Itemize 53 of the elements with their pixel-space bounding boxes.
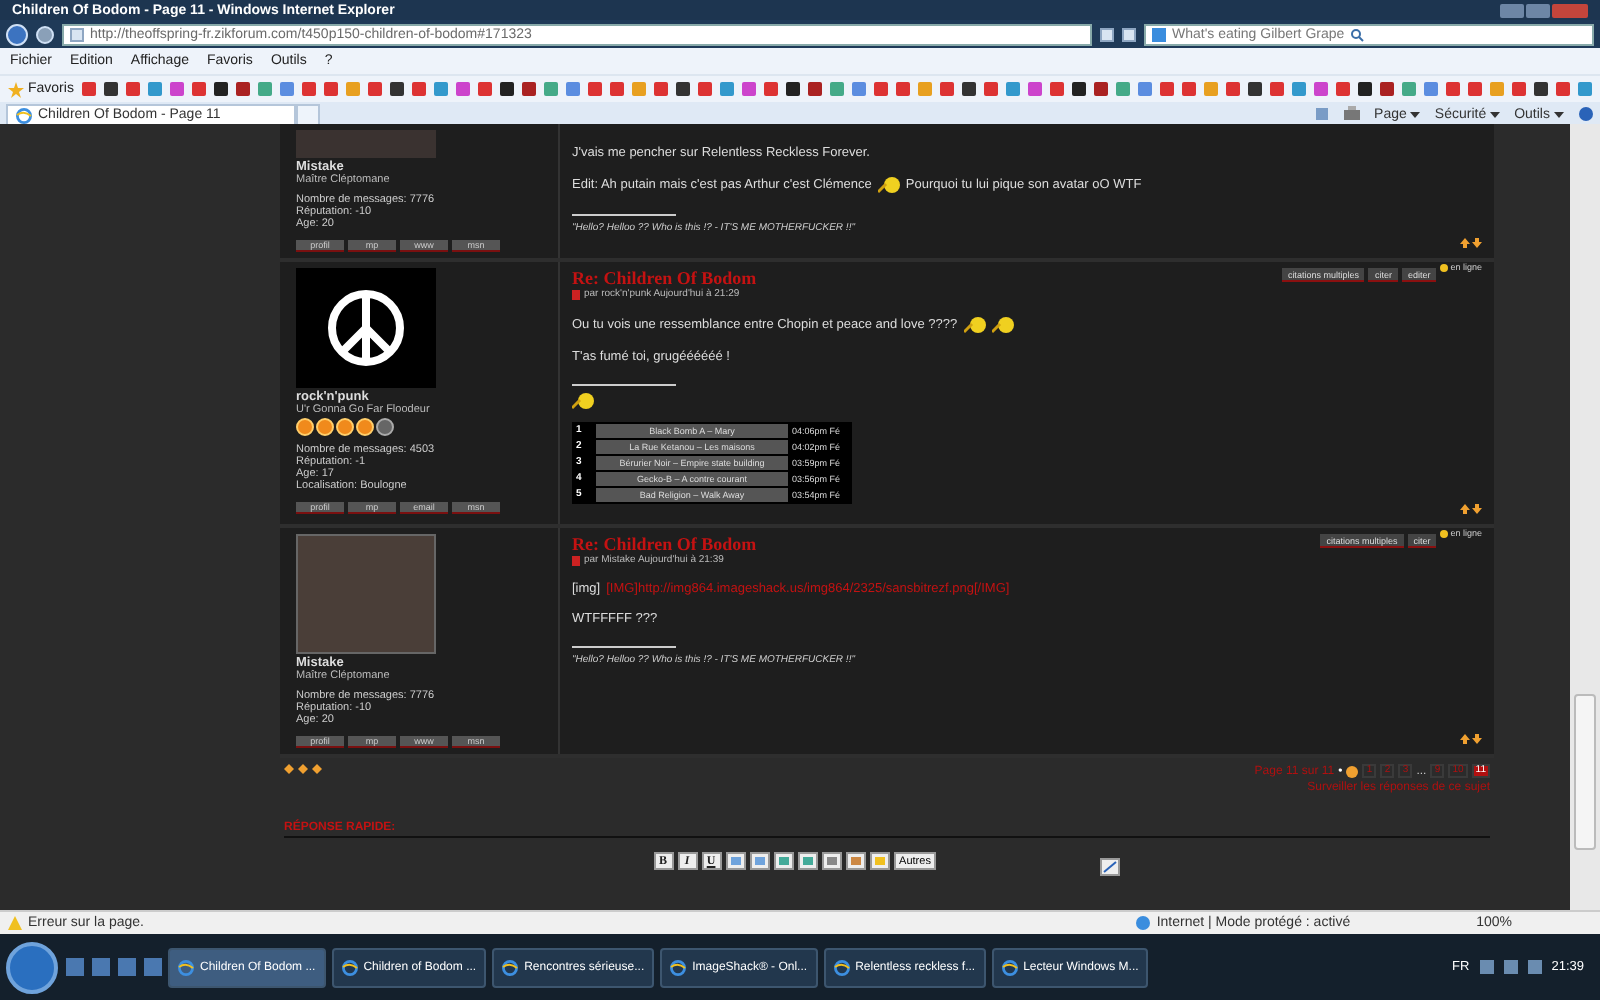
down-arrow-icon[interactable]	[1472, 238, 1482, 248]
stop-button[interactable]	[1122, 27, 1136, 41]
down-arrow-icon[interactable]	[1472, 734, 1482, 744]
search-provider-icon	[1152, 27, 1166, 41]
browser-icon	[502, 959, 519, 975]
caret-icon	[1554, 111, 1564, 117]
browser-icon	[341, 959, 358, 975]
browser-icon	[670, 959, 687, 975]
toolbar-icon[interactable]	[845, 852, 866, 870]
smiley-icon	[991, 316, 1014, 334]
globe-icon	[1136, 916, 1151, 930]
post-icon	[572, 289, 580, 299]
toolbar-icon[interactable]	[725, 852, 746, 870]
browser-icon	[1001, 959, 1018, 975]
search-icon[interactable]	[1350, 27, 1365, 41]
back-button[interactable]	[6, 23, 28, 45]
browser-icon	[833, 959, 850, 975]
up-arrow-icon[interactable]	[1460, 238, 1470, 248]
caret-icon	[1410, 111, 1421, 117]
post-title: Re: Children Of Bodom	[572, 268, 757, 288]
print-icon[interactable]	[1344, 106, 1361, 122]
toolbar-icon[interactable]	[749, 852, 770, 870]
start-button[interactable]	[6, 941, 58, 993]
photo-placeholder	[296, 130, 436, 158]
toolbar-icon[interactable]	[773, 852, 794, 870]
home-icon[interactable]	[1314, 106, 1331, 122]
smiley-icon	[963, 316, 986, 334]
close-button[interactable]	[1552, 3, 1588, 17]
browser-icon	[178, 959, 194, 975]
star-icon	[8, 81, 24, 97]
help-icon[interactable]	[1578, 106, 1594, 122]
page-icon	[70, 27, 84, 41]
smiley-icon	[572, 392, 594, 410]
smiley-icon	[877, 176, 900, 194]
up-arrow-icon[interactable]	[1460, 504, 1470, 514]
peace-sign-drawing	[326, 288, 406, 368]
forward-button[interactable]	[36, 25, 54, 43]
font-tool-icon[interactable]	[1100, 858, 1121, 876]
toolbar-icon[interactable]	[821, 852, 842, 870]
photo-placeholder	[296, 534, 436, 654]
refresh-button[interactable]	[1100, 27, 1114, 41]
up-arrow-icon[interactable]	[1460, 734, 1470, 744]
minimize-button[interactable]	[1500, 3, 1524, 17]
browser-icon	[16, 107, 32, 123]
down-arrow-icon[interactable]	[1472, 504, 1482, 514]
post-title: Re: Children Of Bodom	[572, 534, 757, 554]
post-icon	[572, 555, 580, 565]
scrollbar[interactable]	[1570, 124, 1600, 910]
toolbar-icon[interactable]	[797, 852, 818, 870]
toolbar-icon[interactable]	[869, 852, 890, 870]
caret-icon	[1490, 111, 1501, 117]
maximize-button[interactable]	[1526, 3, 1550, 17]
previous-page-icon[interactable]	[1346, 765, 1359, 777]
